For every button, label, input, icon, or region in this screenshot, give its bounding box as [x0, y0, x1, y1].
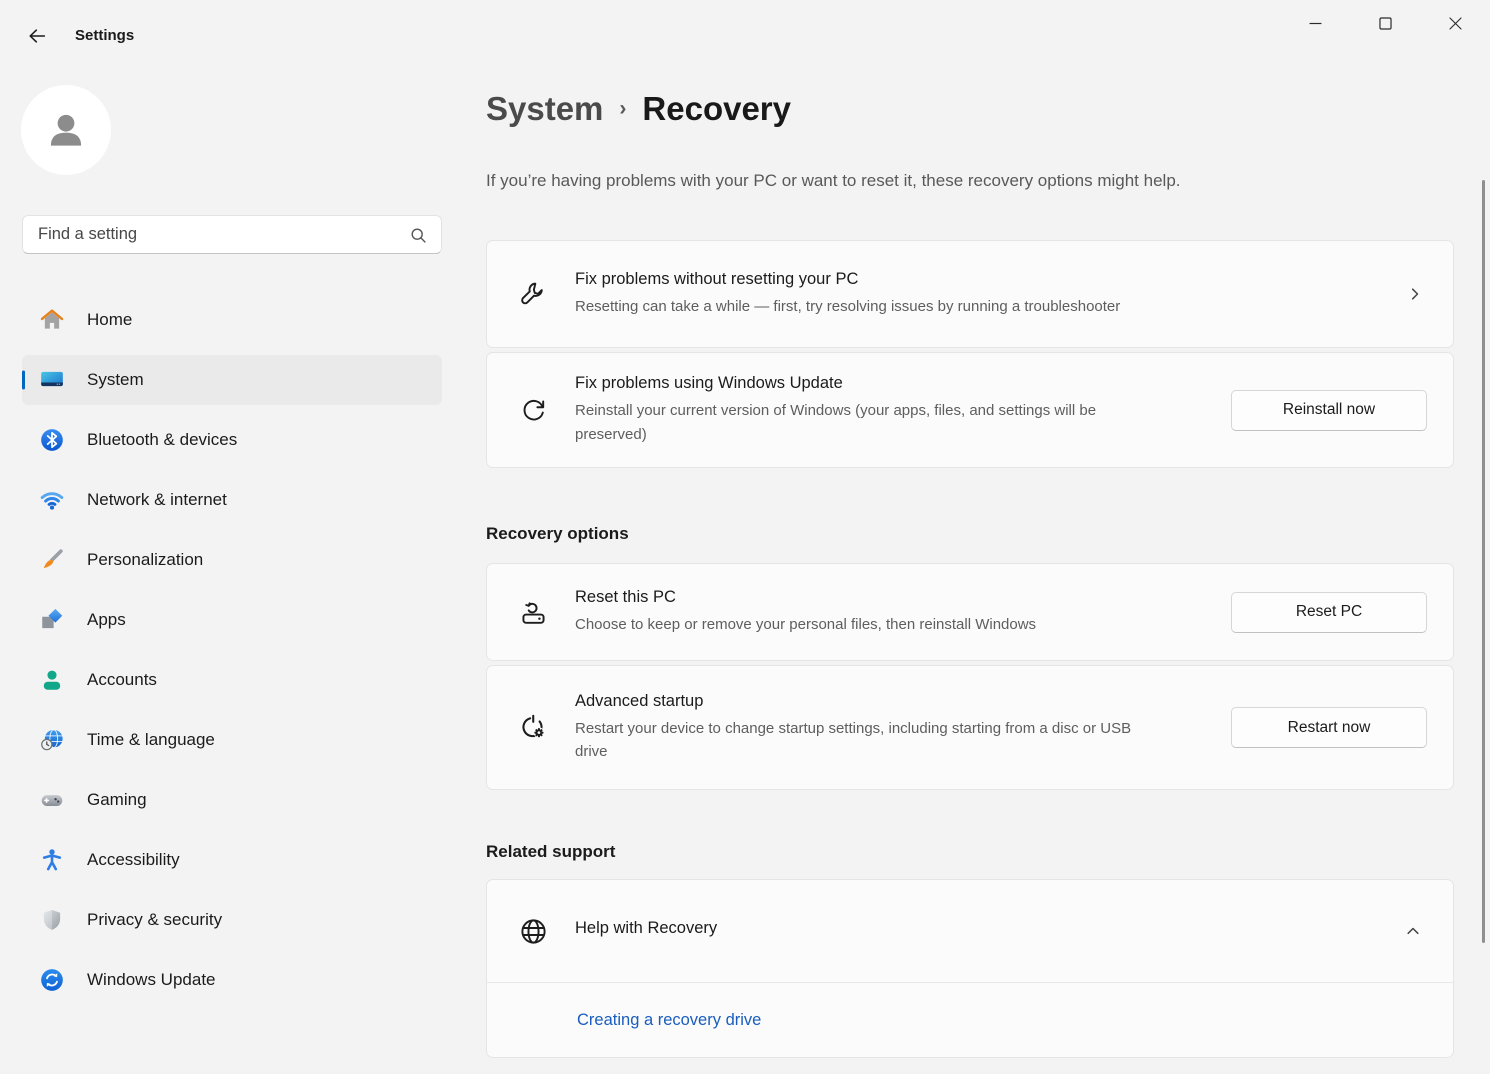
home-icon: [39, 307, 65, 333]
search-icon: [408, 225, 429, 251]
sidebar-item-bluetooth-devices[interactable]: Bluetooth & devices: [22, 415, 442, 465]
card-text: Fix problems using Windows Update Reinst…: [575, 374, 1231, 446]
avatar[interactable]: [21, 85, 111, 175]
sidebar-item-label: Accessibility: [87, 850, 180, 870]
reinstall-now-button[interactable]: Reinstall now: [1231, 390, 1427, 431]
personalization-icon: [39, 547, 65, 573]
sidebar-item-label: Accounts: [87, 670, 157, 690]
card-reset-this-pc: Reset this PC Choose to keep or remove y…: [486, 563, 1454, 661]
sidebar-item-label: System: [87, 370, 144, 390]
card-fix-problems-windows-update: Fix problems using Windows Update Reinst…: [486, 352, 1454, 468]
sidebar-item-label: Apps: [87, 610, 126, 630]
breadcrumb-parent[interactable]: System: [486, 90, 603, 127]
reset-pc-icon: [515, 597, 551, 628]
sidebar-item-label: Windows Update: [87, 970, 216, 990]
card-text: Fix problems without resetting your PC R…: [575, 270, 1405, 318]
apps-icon: [39, 607, 65, 633]
breadcrumb-separator-icon: ›: [619, 97, 626, 120]
sidebar-item-network-internet[interactable]: Network & internet: [22, 475, 442, 525]
sidebar-item-time-language[interactable]: Time & language: [22, 715, 442, 765]
section-heading-related-support: Related support: [486, 842, 615, 862]
time-language-icon: [39, 727, 65, 753]
creating-recovery-drive-link[interactable]: Creating a recovery drive: [577, 1011, 761, 1030]
system-icon: [39, 367, 65, 393]
accounts-icon: [39, 667, 65, 693]
card-desc: Restart your device to change startup se…: [575, 717, 1160, 764]
page-subtitle: If you’re having problems with your PC o…: [486, 171, 1181, 191]
sidebar-item-personalization[interactable]: Personalization: [22, 535, 442, 585]
shield-icon: [39, 907, 65, 933]
page-title: Recovery: [642, 90, 791, 127]
sidebar-item-apps[interactable]: Apps: [22, 595, 442, 645]
section-heading-recovery-options: Recovery options: [486, 524, 629, 544]
card-fix-problems-troubleshooter[interactable]: Fix problems without resetting your PC R…: [486, 240, 1454, 348]
reset-pc-button[interactable]: Reset PC: [1231, 592, 1427, 633]
sidebar-item-accessibility[interactable]: Accessibility: [22, 835, 442, 885]
search-input[interactable]: [23, 216, 441, 253]
sidebar-nav: Home System Bluetooth & devices: [22, 295, 442, 1015]
sidebar-item-label: Home: [87, 310, 132, 330]
globe-help-icon: [515, 916, 551, 947]
sidebar-item-system[interactable]: System: [22, 355, 442, 405]
sidebar-item-gaming[interactable]: Gaming: [22, 775, 442, 825]
app-title: Settings: [75, 27, 134, 44]
network-icon: [39, 487, 65, 513]
person-icon: [43, 107, 89, 153]
vertical-scrollbar-thumb[interactable]: [1482, 180, 1485, 943]
restart-now-button[interactable]: Restart now: [1231, 707, 1427, 748]
sidebar-item-privacy-security[interactable]: Privacy & security: [22, 895, 442, 945]
card-desc: Choose to keep or remove your personal f…: [575, 613, 1215, 636]
sidebar-item-accounts[interactable]: Accounts: [22, 655, 442, 705]
card-help-with-recovery: Help with Recovery Creating a recovery d…: [486, 879, 1454, 1058]
wrench-icon: [515, 279, 551, 310]
chevron-up-icon: [1403, 921, 1423, 941]
sidebar-item-label: Privacy & security: [87, 910, 222, 930]
card-title: Help with Recovery: [575, 919, 717, 938]
advanced-startup-icon: [515, 712, 551, 743]
accessibility-icon: [39, 847, 65, 873]
help-links: Creating a recovery drive: [487, 983, 1453, 1057]
card-text: Reset this PC Choose to keep or remove y…: [575, 588, 1231, 636]
help-with-recovery-row[interactable]: Help with Recovery: [487, 880, 1453, 983]
chevron-right-icon: [1405, 284, 1425, 304]
bluetooth-icon: [39, 427, 65, 453]
card-desc: Reinstall your current version of Window…: [575, 399, 1140, 446]
search-box: [22, 215, 442, 254]
sync-icon: [515, 395, 551, 426]
breadcrumb: System › Recovery: [486, 90, 791, 128]
card-title: Fix problems using Windows Update: [575, 374, 1215, 393]
card-advanced-startup: Advanced startup Restart your device to …: [486, 665, 1454, 790]
card-text: Advanced startup Restart your device to …: [575, 692, 1231, 764]
sidebar-item-label: Personalization: [87, 550, 203, 570]
card-title: Advanced startup: [575, 692, 1215, 711]
card-desc: Resetting can take a while — first, try …: [575, 295, 1389, 318]
windows-update-icon: [39, 967, 65, 993]
card-title: Fix problems without resetting your PC: [575, 270, 1389, 289]
back-arrow-icon: [26, 25, 48, 47]
sidebar-item-label: Network & internet: [87, 490, 227, 510]
sidebar-item-home[interactable]: Home: [22, 295, 442, 345]
gaming-icon: [39, 787, 65, 813]
main-content: System › Recovery If you’re having problem…: [486, 0, 1454, 1074]
sidebar-item-windows-update[interactable]: Windows Update: [22, 955, 442, 1005]
sidebar-item-label: Gaming: [87, 790, 147, 810]
sidebar-item-label: Time & language: [87, 730, 215, 750]
back-button[interactable]: [18, 20, 56, 52]
sidebar-item-label: Bluetooth & devices: [87, 430, 237, 450]
card-title: Reset this PC: [575, 588, 1215, 607]
